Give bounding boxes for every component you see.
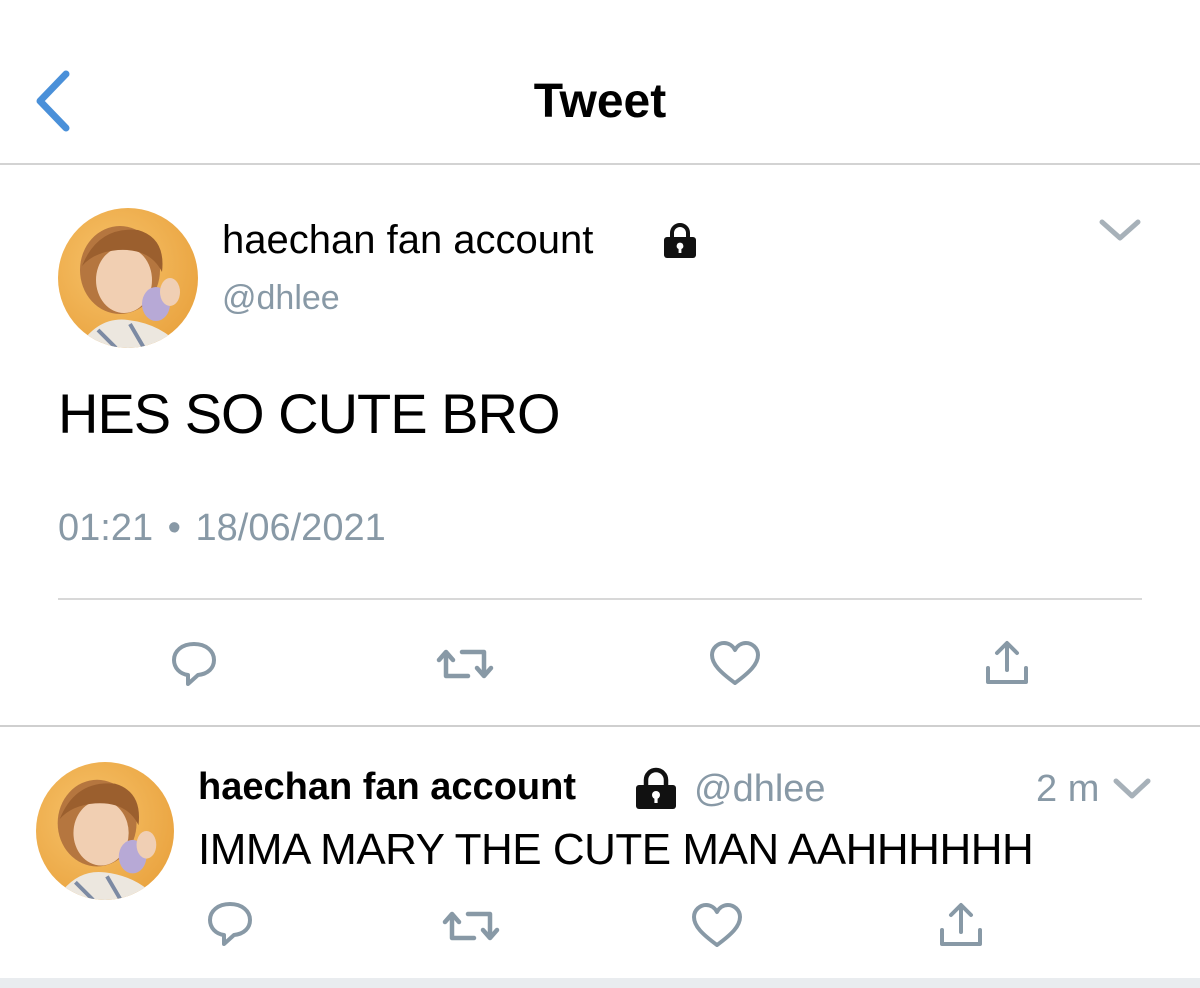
share-icon <box>986 641 1028 684</box>
display-name[interactable]: haechan fan account <box>198 762 576 812</box>
retweet-button[interactable] <box>436 640 494 688</box>
chevron-down-icon[interactable] <box>1110 774 1154 804</box>
divider <box>58 598 1142 600</box>
tweet-divider <box>0 725 1200 727</box>
reply-icon <box>172 642 216 686</box>
bottom-divider <box>0 978 1200 988</box>
retweet-button[interactable] <box>442 902 500 950</box>
tweet-time: 01:21 <box>58 507 154 549</box>
like-icon <box>710 641 760 685</box>
share-button[interactable] <box>982 638 1032 688</box>
like-button[interactable] <box>690 902 744 950</box>
like-icon <box>692 903 742 947</box>
like-button[interactable] <box>708 640 762 688</box>
retweet-icon <box>442 911 500 941</box>
tweet-text: HES SO CUTE BRO <box>58 382 561 445</box>
reply-button[interactable] <box>202 898 258 950</box>
chevron-down-icon[interactable] <box>1096 214 1144 246</box>
tweet-timestamp: 01:21 • 18/06/2021 <box>58 504 386 552</box>
page-title: Tweet <box>533 75 667 128</box>
tweet-text: IMMA MARY THE CUTE MAN AAHHHHHH <box>198 825 1034 874</box>
display-name[interactable]: haechan fan account <box>222 214 593 266</box>
share-icon <box>940 903 982 946</box>
reply-icon <box>208 902 252 946</box>
share-button[interactable] <box>936 900 986 950</box>
relative-time: 2 m <box>1036 768 1100 810</box>
reply-button[interactable] <box>166 638 222 690</box>
user-handle[interactable]: @dhlee <box>694 764 826 814</box>
avatar[interactable] <box>58 208 198 348</box>
avatar[interactable] <box>36 762 174 900</box>
timestamp-separator: • <box>167 507 181 549</box>
tweet-date: 18/06/2021 <box>195 507 386 549</box>
lock-icon <box>660 220 700 260</box>
retweet-icon <box>436 649 494 679</box>
top-nav-bar: Tweet <box>0 0 1200 165</box>
user-handle[interactable]: @dhlee <box>222 276 340 320</box>
lock-icon <box>632 766 680 810</box>
